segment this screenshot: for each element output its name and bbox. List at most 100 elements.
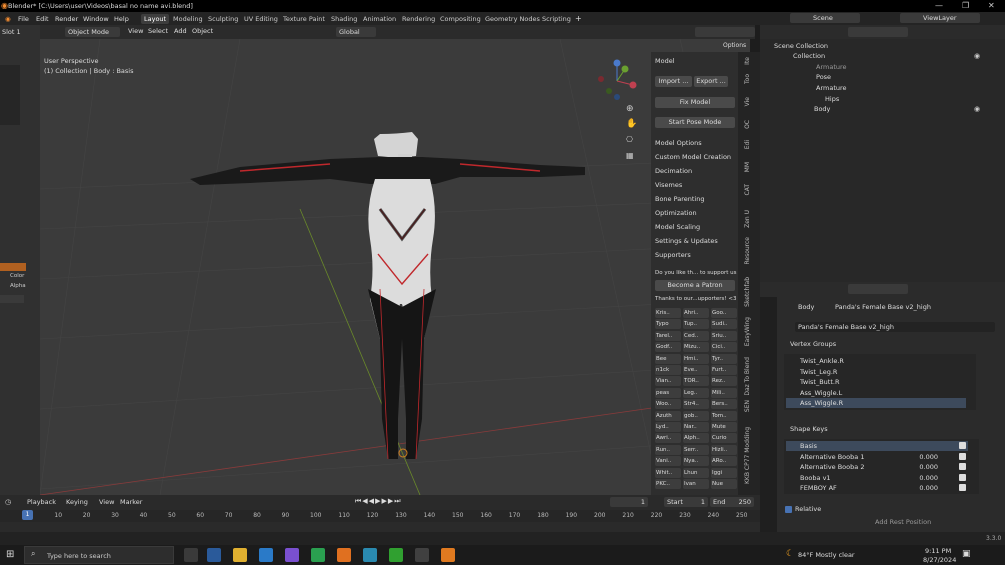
store-icon[interactable] bbox=[207, 548, 221, 562]
fix-model-button[interactable]: Fix Model bbox=[655, 97, 735, 108]
supporter-item[interactable]: Vani.. bbox=[655, 456, 681, 467]
add-workspace-icon[interactable]: + bbox=[575, 14, 582, 23]
clock-time[interactable]: 9:11 PM bbox=[925, 547, 951, 555]
export-button[interactable]: Export ... bbox=[694, 76, 728, 87]
visibility-eye-icon[interactable]: ◉ bbox=[974, 105, 980, 113]
supporter-item[interactable]: TOR.. bbox=[683, 376, 709, 387]
camera-icon[interactable]: ⎔ bbox=[626, 135, 633, 144]
supporter-item[interactable]: Serr.. bbox=[683, 444, 709, 455]
vertex-group-item[interactable]: Twist_Leg.R bbox=[786, 367, 966, 377]
outliner-collection[interactable]: Collection bbox=[793, 52, 825, 60]
timeline-editor-icon[interactable]: ◷ bbox=[5, 498, 11, 506]
supporter-item[interactable]: Ahri.. bbox=[683, 308, 709, 318]
menu-select[interactable]: Select bbox=[148, 27, 168, 35]
supporter-item[interactable]: Lyd.. bbox=[655, 422, 681, 432]
supporter-item[interactable]: Woo.. bbox=[655, 399, 681, 410]
supporter-item[interactable]: Bers.. bbox=[711, 399, 737, 410]
color-swatch[interactable] bbox=[0, 263, 26, 271]
sidebar-tab[interactable]: OC bbox=[744, 120, 751, 129]
sidebar-tab[interactable]: CAT bbox=[744, 184, 751, 196]
pan-hand-icon[interactable]: ✋ bbox=[626, 119, 637, 129]
weather-text[interactable]: 84°F Mostly clear bbox=[798, 551, 855, 559]
shading-buttons[interactable] bbox=[695, 27, 755, 37]
frame-ruler[interactable]: 0102030405060708090100110120130140150160… bbox=[0, 510, 760, 522]
properties-search-input[interactable] bbox=[848, 284, 908, 294]
view-layer-selector[interactable]: ViewLayer bbox=[900, 13, 980, 23]
supporter-item[interactable]: Alph.. bbox=[683, 433, 709, 444]
blender-taskbar-icon[interactable] bbox=[441, 548, 455, 562]
outliner-armature-data[interactable]: Armature bbox=[816, 84, 847, 92]
taskbar-search-box[interactable]: ⌕ Type here to search bbox=[24, 546, 174, 564]
object-mode-dropdown[interactable]: Object Mode bbox=[65, 27, 120, 37]
menu-view[interactable]: View bbox=[128, 27, 143, 35]
supporter-item[interactable]: gob.. bbox=[683, 410, 709, 421]
navigation-gizmo[interactable] bbox=[595, 59, 640, 104]
supporter-item[interactable]: ARo.. bbox=[711, 456, 737, 467]
menu-file[interactable]: File bbox=[18, 15, 29, 23]
menu-object[interactable]: Object bbox=[192, 27, 213, 35]
relative-checkbox[interactable] bbox=[785, 506, 792, 513]
tab-texture-paint[interactable]: Texture Paint bbox=[280, 14, 328, 24]
file-explorer-icon[interactable] bbox=[233, 548, 247, 562]
options-button[interactable]: Options bbox=[720, 41, 750, 51]
section-settings-updates[interactable]: Settings & Updates bbox=[655, 237, 718, 245]
supporter-item[interactable]: Ivan bbox=[683, 479, 709, 489]
firefox-icon[interactable] bbox=[337, 548, 351, 562]
section-decimation[interactable]: Decimation bbox=[655, 167, 692, 175]
3d-viewport[interactable]: User Perspective (1) Collection | Body :… bbox=[40, 39, 750, 495]
shape-key-checkbox[interactable] bbox=[959, 463, 966, 470]
sidebar-tab[interactable]: Resource bbox=[744, 237, 751, 265]
menu-window[interactable]: Window bbox=[83, 15, 109, 23]
shape-keys-header[interactable]: Shape Keys bbox=[790, 425, 828, 433]
outliner-hips[interactable]: Hips bbox=[825, 95, 839, 103]
menu-add[interactable]: Add bbox=[174, 27, 187, 35]
supporter-item[interactable]: Whit.. bbox=[655, 467, 681, 478]
vertex-group-item[interactable]: Ass_Wiggle.R bbox=[786, 398, 966, 408]
supporter-item[interactable]: Azuth bbox=[655, 410, 681, 421]
supporter-item[interactable]: Goo.. bbox=[711, 308, 737, 318]
blender-menu-icon[interactable]: ◉ bbox=[5, 15, 11, 23]
grid-view-icon[interactable]: ▦ bbox=[626, 151, 634, 160]
become-patron-button[interactable]: Become a Patron bbox=[655, 280, 735, 291]
section-bone-parenting[interactable]: Bone Parenting bbox=[655, 195, 704, 203]
app2-icon[interactable] bbox=[363, 548, 377, 562]
supporter-item[interactable]: Eve.. bbox=[683, 365, 709, 375]
end-frame-field[interactable]: End 250 bbox=[710, 497, 754, 507]
tab-geometry-nodes[interactable]: Geometry Nodes bbox=[482, 14, 543, 24]
clock-date[interactable]: 8/27/2024 bbox=[923, 556, 956, 564]
tab-rendering[interactable]: Rendering bbox=[399, 14, 438, 24]
shape-key-value[interactable]: 0.000 bbox=[919, 473, 938, 483]
section-model-scaling[interactable]: Model Scaling bbox=[655, 223, 700, 231]
xbox-icon[interactable] bbox=[389, 548, 403, 562]
sidebar-tab[interactable]: Sketchfab bbox=[744, 277, 751, 307]
supporter-item[interactable]: Sudi.. bbox=[711, 319, 737, 330]
shape-key-item[interactable]: FEMBOY AF 0.000 bbox=[786, 483, 968, 493]
mesh-name-field[interactable]: Panda's Female Base v2_high bbox=[795, 322, 995, 332]
shape-key-item[interactable]: Alternative Booba 2 0.000 bbox=[786, 462, 968, 472]
shape-key-item[interactable]: Alternative Booba 1 0.000 bbox=[786, 452, 968, 462]
shape-key-checkbox[interactable] bbox=[959, 484, 966, 491]
maximize-icon[interactable]: ❐ bbox=[962, 1, 969, 10]
windows-start-icon[interactable]: ⊞ bbox=[6, 549, 14, 560]
model-header[interactable]: Model bbox=[655, 57, 675, 65]
menu-timeline-view[interactable]: View bbox=[99, 498, 114, 506]
vertex-group-item[interactable]: Twist_Butt.R bbox=[786, 377, 966, 387]
supporter-item[interactable]: Tyr.. bbox=[711, 353, 737, 364]
supporter-item[interactable]: n1ck bbox=[655, 365, 681, 375]
section-optimization[interactable]: Optimization bbox=[655, 209, 697, 217]
supporter-item[interactable]: Mute bbox=[711, 422, 737, 432]
section-model-options[interactable]: Model Options bbox=[655, 139, 702, 147]
supporter-item[interactable]: Furt.. bbox=[711, 365, 737, 375]
supporter-item[interactable]: Awri.. bbox=[655, 433, 681, 444]
left-dropdown[interactable] bbox=[0, 295, 24, 303]
scene-selector[interactable]: Scene bbox=[790, 13, 860, 23]
current-frame-field[interactable]: 1 bbox=[610, 497, 648, 507]
supporter-item[interactable]: Typo bbox=[655, 319, 681, 330]
outliner-search-input[interactable] bbox=[848, 27, 908, 37]
vertex-groups-header[interactable]: Vertex Groups bbox=[790, 340, 836, 348]
sidebar-tab[interactable]: EasyWing bbox=[744, 317, 751, 346]
notification-icon[interactable]: ▣ bbox=[962, 549, 971, 559]
supporter-item[interactable]: Lhun bbox=[683, 467, 709, 478]
minimize-icon[interactable]: — bbox=[935, 1, 943, 10]
vertex-group-item[interactable]: Twist_Ankle.R bbox=[786, 356, 966, 366]
